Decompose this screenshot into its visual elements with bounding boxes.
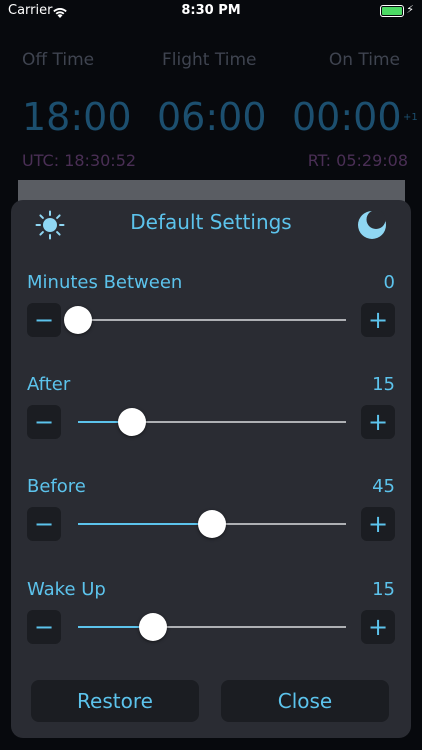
default-settings-panel: Default Settings Minutes Between 0 − + A… [11, 200, 411, 738]
flight-time-value: 06:00 [157, 95, 267, 139]
after-increase-button[interactable]: + [361, 405, 395, 439]
flight-time-label: Flight Time [162, 50, 257, 70]
utc-clock: UTC: 18:30:52 [22, 151, 137, 170]
panel-title: Default Settings [130, 210, 292, 234]
off-time-label: Off Time [22, 50, 95, 70]
status-bar: Carrier 8:30 PM ⚡ [0, 0, 422, 24]
close-button[interactable]: Close [221, 680, 389, 722]
before-decrease-button[interactable]: − [27, 507, 61, 541]
before-slider-thumb[interactable] [198, 510, 226, 538]
after-value: 15 [372, 374, 395, 395]
before-increase-button[interactable]: + [361, 507, 395, 541]
minutes-between-value: 0 [383, 272, 395, 293]
wake-up-decrease-button[interactable]: − [27, 610, 61, 644]
background-times: 18:00 06:00 00:00 [0, 95, 422, 141]
after-decrease-button[interactable]: − [27, 405, 61, 439]
before-value: 45 [372, 476, 395, 497]
wake-up-label: Wake Up [27, 579, 106, 600]
wake-up-increase-button[interactable]: + [361, 610, 395, 644]
before-label: Before [27, 476, 86, 497]
wake-up-slider-thumb[interactable] [139, 613, 168, 641]
next-day-badge: +1 [403, 112, 418, 123]
on-time-value: 00:00 [292, 95, 402, 139]
wake-up-slider[interactable] [78, 626, 346, 628]
battery-icon [380, 5, 404, 17]
restore-button[interactable]: Restore [31, 680, 199, 722]
minutes-between-slider-thumb[interactable] [64, 306, 92, 334]
background-labels: Off Time Flight Time On Time [0, 50, 422, 72]
remaining-time: RT: 05:29:08 [307, 151, 408, 170]
wake-up-value: 15 [372, 579, 395, 600]
minutes-between-slider[interactable] [78, 319, 346, 321]
moon-icon[interactable] [357, 210, 387, 240]
off-time-value: 18:00 [22, 95, 132, 139]
after-label: After [27, 374, 71, 395]
minutes-between-decrease-button[interactable]: − [27, 303, 61, 337]
charging-bolt-icon: ⚡ [406, 3, 414, 16]
after-slider-thumb[interactable] [117, 408, 146, 436]
minutes-between-label: Minutes Between [27, 272, 183, 293]
minutes-between-increase-button[interactable]: + [361, 303, 395, 337]
on-time-label: On Time [328, 50, 400, 70]
status-time: 8:30 PM [181, 3, 241, 18]
